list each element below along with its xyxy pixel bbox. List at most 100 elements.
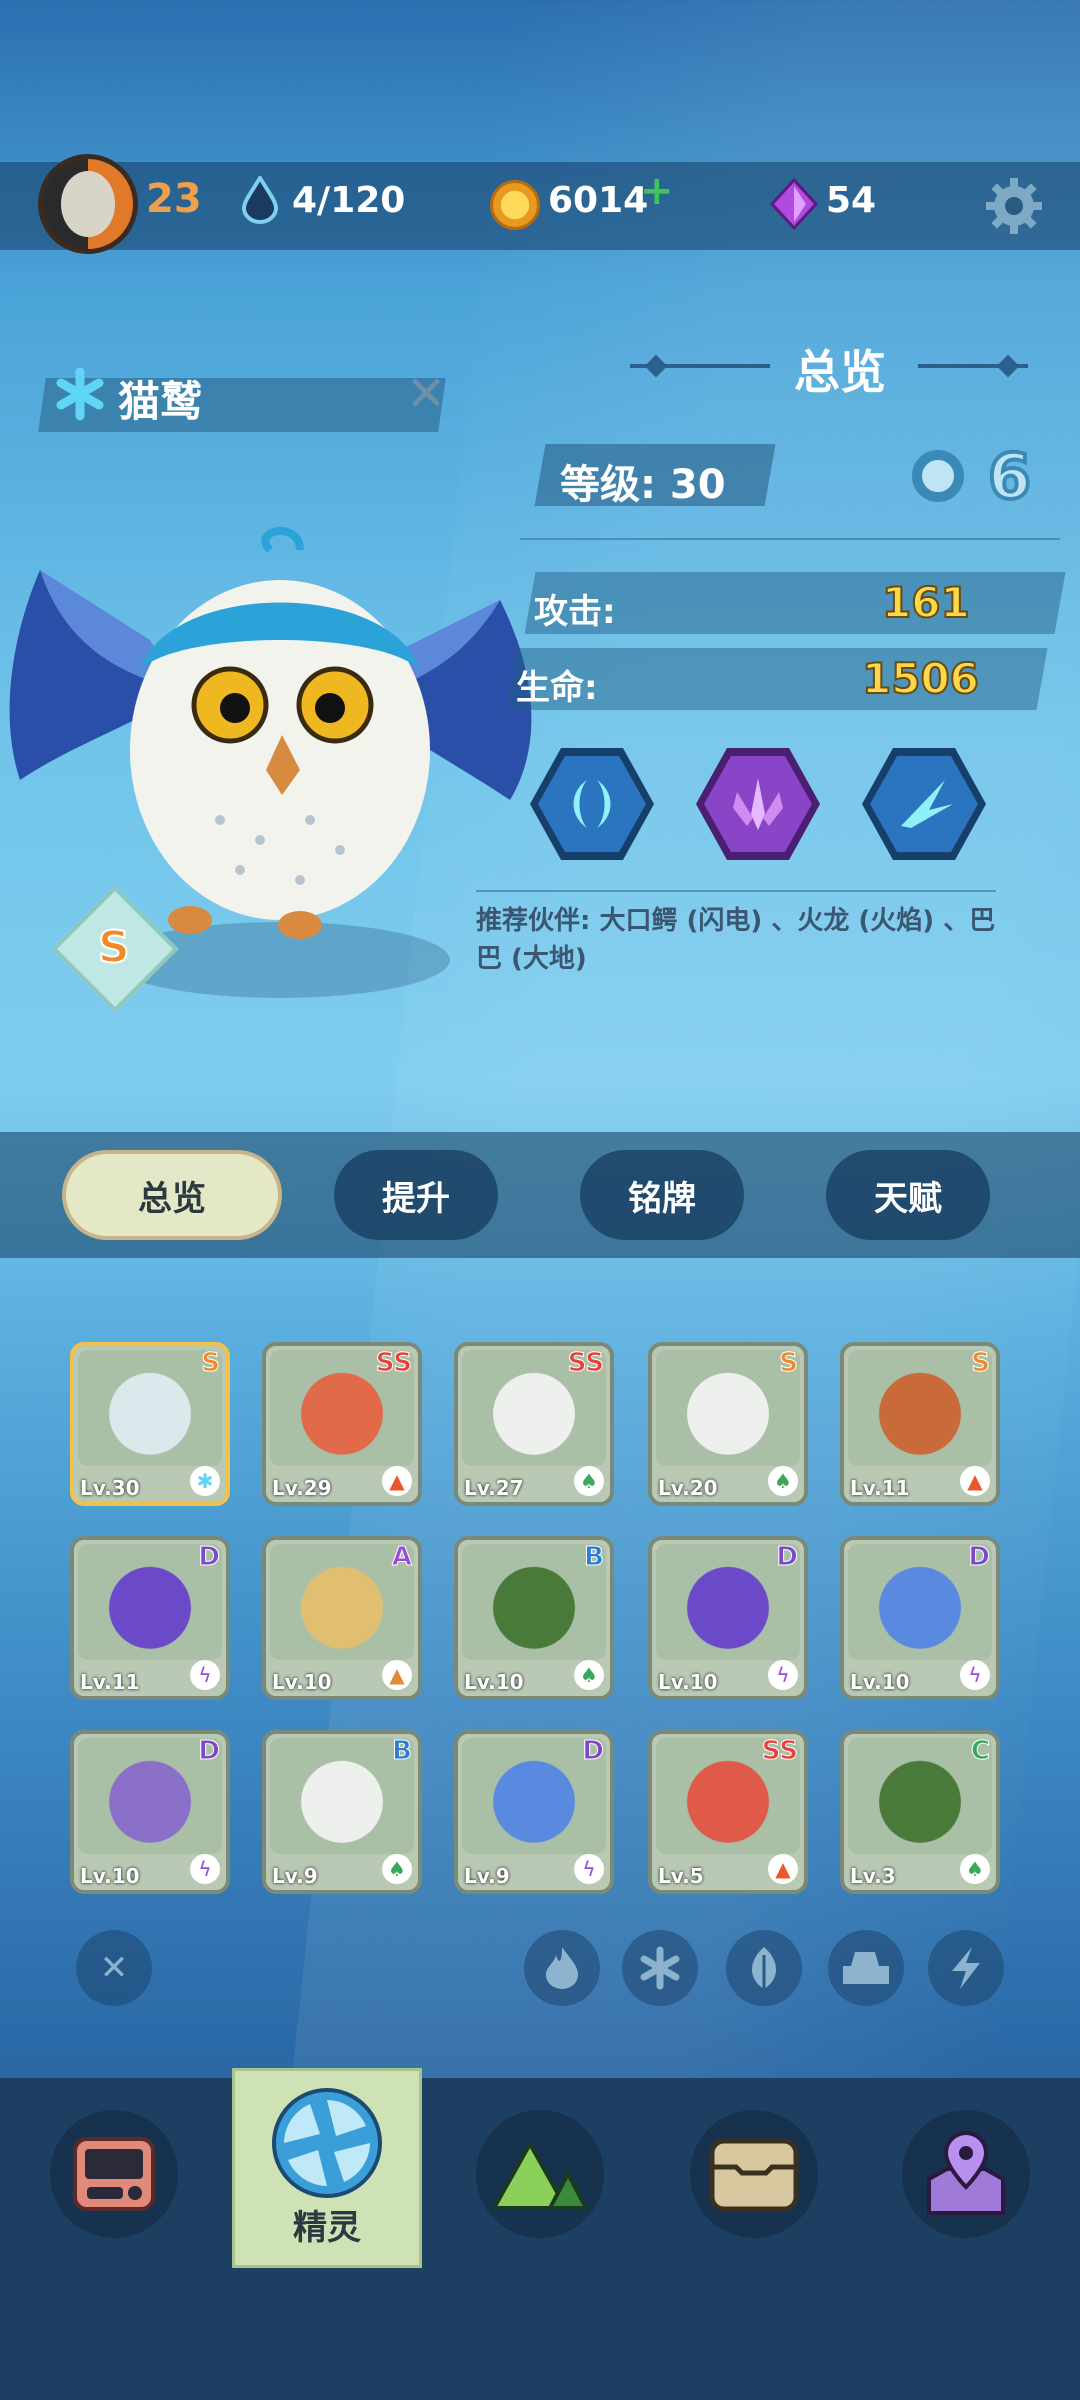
lightning-element-icon: ϟ <box>574 1854 604 1884</box>
grass-element-icon: ♠ <box>382 1854 412 1884</box>
hp-value: 1506 <box>861 653 980 704</box>
creature-card-level: Lv.10 <box>80 1864 140 1888</box>
creature-card[interactable]: D Lv.11 ϟ <box>70 1536 230 1700</box>
creature-card[interactable]: A Lv.10 ▲ <box>262 1536 422 1700</box>
creature-card-level: Lv.10 <box>272 1670 332 1694</box>
ring-icon[interactable] <box>912 450 964 502</box>
gem-icon <box>770 178 818 230</box>
creature-level: 等级: 30 <box>560 462 726 508</box>
coin-icon <box>490 180 540 230</box>
filter-ice-button[interactable] <box>622 1930 698 2006</box>
grass-element-icon: ♠ <box>574 1466 604 1496</box>
creature-card[interactable]: SS Lv.5 ▲ <box>648 1730 808 1894</box>
close-icon[interactable]: ✕ <box>406 366 446 422</box>
creature-card-level: Lv.10 <box>850 1670 910 1694</box>
lightning-element-icon: ϟ <box>190 1854 220 1884</box>
creature-card-rank: A <box>391 1542 412 1573</box>
shutter-icon <box>272 2088 382 2198</box>
creature-card-level: Lv.20 <box>658 1476 718 1500</box>
crystal-skill-icon <box>733 778 783 830</box>
filter-leaf-button[interactable] <box>726 1930 802 2006</box>
creature-card-rank: SS <box>761 1736 798 1767</box>
energy-count: 4/120 <box>292 180 406 221</box>
gem-count: 54 <box>826 180 877 221</box>
creature-card[interactable]: S Lv.11 ▲ <box>840 1342 1000 1506</box>
creature-card[interactable]: D Lv.9 ϟ <box>454 1730 614 1894</box>
mountain-icon <box>490 2139 590 2210</box>
fire-element-icon: ▲ <box>768 1854 798 1884</box>
grass-element-icon: ♠ <box>574 1660 604 1690</box>
grass-element-icon: ♠ <box>960 1854 990 1884</box>
creature-card[interactable]: B Lv.9 ♠ <box>262 1730 422 1894</box>
tab-upgrade[interactable]: 提升 <box>334 1150 498 1240</box>
creature-card-rank: S <box>971 1348 991 1379</box>
divider <box>520 538 1060 540</box>
creature-card-rank: D <box>198 1542 221 1573</box>
creature-card-level: Lv.9 <box>464 1864 510 1888</box>
screen-icon <box>73 2137 155 2211</box>
recommended-partners: 推荐伙伴: 大口鳄 (闪电) 、火龙 (火焰) 、巴巴 (大地) <box>476 906 996 974</box>
nav-creatures-label: 精灵 <box>293 2208 361 2248</box>
ice-icon <box>640 1946 680 1990</box>
fire-element-icon: ▲ <box>382 1466 412 1496</box>
creature-card-rank: D <box>776 1542 799 1573</box>
player-avatar[interactable] <box>38 154 138 254</box>
attack-value: 161 <box>881 577 971 628</box>
nav-chest-button[interactable] <box>690 2110 818 2238</box>
creature-card[interactable]: D Lv.10 ϟ <box>70 1730 230 1894</box>
leaf-icon <box>752 1947 776 1989</box>
creature-card[interactable]: D Lv.10 ϟ <box>648 1536 808 1700</box>
creature-card-rank: S <box>201 1348 221 1379</box>
avatar-portrait <box>61 171 115 237</box>
creature-name: 猫鹫 <box>118 377 203 426</box>
lightning-element-icon: ϟ <box>768 1660 798 1690</box>
clear-filter-button[interactable]: ✕ <box>76 1930 152 2006</box>
creature-card-level: Lv.27 <box>464 1476 524 1500</box>
section-title: 总览 <box>794 345 886 399</box>
moon-skill-icon <box>573 780 611 828</box>
nav-screen-button[interactable] <box>50 2110 178 2238</box>
creature-card[interactable]: S Lv.30 ✱ <box>70 1342 230 1506</box>
ice-element-icon: ✱ <box>190 1466 220 1496</box>
earth-icon <box>843 1952 889 1984</box>
coin-count: 6014 <box>548 180 649 221</box>
fire-icon <box>546 1947 578 1989</box>
filter-fire-button[interactable] <box>524 1930 600 2006</box>
creature-card-level: Lv.29 <box>272 1476 332 1500</box>
add-coins-button[interactable]: + <box>640 168 674 214</box>
creature-card-rank: C <box>970 1736 990 1767</box>
lightning-element-icon: ϟ <box>190 1660 220 1690</box>
creature-card[interactable]: SS Lv.29 ▲ <box>262 1342 422 1506</box>
creature-card-level: Lv.11 <box>80 1670 140 1694</box>
creature-card-rank: S <box>779 1348 799 1379</box>
creature-card-rank: D <box>582 1736 605 1767</box>
filter-lightning-button[interactable] <box>928 1930 1004 2006</box>
tab-nameplate[interactable]: 铭牌 <box>580 1150 744 1240</box>
creature-card[interactable]: B Lv.10 ♠ <box>454 1536 614 1700</box>
lightning-icon <box>952 1947 980 1989</box>
six-icon[interactable]: 6 <box>986 438 1033 515</box>
creature-card-rank: SS <box>375 1348 412 1379</box>
wing-skill-icon <box>901 780 953 828</box>
map-pin-icon <box>927 2130 1005 2215</box>
creature-card-rank: D <box>198 1736 221 1767</box>
nav-map-button[interactable] <box>902 2110 1030 2238</box>
nav-mountain-button[interactable] <box>476 2110 604 2238</box>
attack-label: 攻击: <box>534 592 616 632</box>
water-drop-icon <box>241 176 279 224</box>
grass-element-icon: ♠ <box>768 1466 798 1496</box>
tab-talent[interactable]: 天赋 <box>826 1150 990 1240</box>
creature-card-rank: SS <box>567 1348 604 1379</box>
ice-element-icon <box>56 367 104 421</box>
divider <box>476 890 996 892</box>
creature-card[interactable]: D Lv.10 ϟ <box>840 1536 1000 1700</box>
filter-earth-button[interactable] <box>828 1930 904 2006</box>
creature-card[interactable]: S Lv.20 ♠ <box>648 1342 808 1506</box>
creature-card-rank: B <box>584 1542 605 1573</box>
settings-gear-icon[interactable] <box>984 176 1044 236</box>
creature-card[interactable]: C Lv.3 ♠ <box>840 1730 1000 1894</box>
tab-overview[interactable]: 总览 <box>62 1150 282 1240</box>
creature-card-level: Lv.5 <box>658 1864 704 1888</box>
creature-card-level: Lv.30 <box>80 1476 140 1500</box>
creature-card[interactable]: SS Lv.27 ♠ <box>454 1342 614 1506</box>
